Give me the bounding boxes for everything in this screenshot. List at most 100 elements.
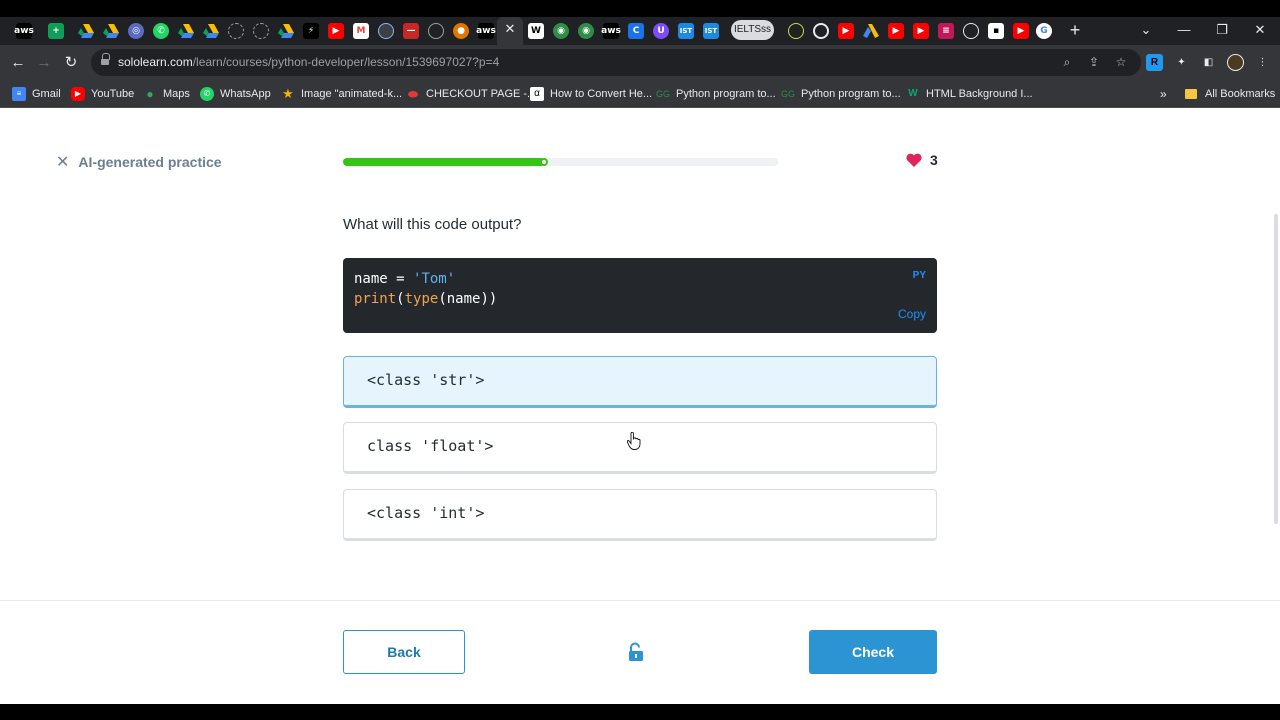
globe-tab-icon[interactable] xyxy=(378,23,394,39)
youtube-tab-icon[interactable]: ▶ xyxy=(1013,23,1029,39)
site-tab-icon[interactable] xyxy=(788,23,804,39)
new-tab-button[interactable]: + xyxy=(1066,20,1084,40)
close-tab-icon[interactable]: ✕ xyxy=(503,22,517,36)
youtube-tab-icon[interactable]: ▶ xyxy=(888,23,904,39)
youtube-tab-icon[interactable]: ▶ xyxy=(838,23,854,39)
back-button[interactable]: Back xyxy=(343,630,465,674)
bookmark-gmail[interactable]: ≡ Gmail xyxy=(12,85,61,103)
address-bar[interactable]: sololearn.com/learn/courses/python-devel… xyxy=(91,49,1141,76)
c-tab-icon[interactable]: C xyxy=(628,23,644,39)
ist-tab-icon[interactable]: IST xyxy=(703,23,719,39)
extensions-puzzle-icon[interactable]: ✦ xyxy=(1173,54,1190,71)
bookmark-label: Gmail xyxy=(32,88,61,100)
drive-tab-icon[interactable] xyxy=(78,23,94,39)
ielts-tab[interactable]: IELTSss xyxy=(731,20,774,40)
bookmark-maps[interactable]: ● Maps xyxy=(143,85,190,103)
back-arrow-icon[interactable]: ← xyxy=(8,53,28,73)
loading-tab-icon[interactable] xyxy=(228,23,244,39)
aws-tab-icon[interactable]: aws xyxy=(601,23,621,39)
close-window-icon[interactable]: ✕ xyxy=(1250,20,1270,40)
site-tab-icon[interactable]: ▪ xyxy=(988,23,1004,39)
drive-tab-icon[interactable] xyxy=(203,23,219,39)
code-paren: ( xyxy=(438,291,447,307)
site-tab-icon[interactable]: W xyxy=(528,23,544,39)
gmail-tab-icon[interactable]: M xyxy=(353,23,369,39)
sheets-tab-icon[interactable]: + xyxy=(48,23,64,39)
bookmark-html-background[interactable]: W HTML Background I... xyxy=(906,85,1032,103)
site-tab-icon[interactable] xyxy=(428,23,444,39)
gfg-icon: GG xyxy=(656,89,671,99)
ads-tab-icon[interactable] xyxy=(863,23,879,39)
hearts-counter: 3 xyxy=(906,152,938,168)
orange-tab-icon[interactable]: ● xyxy=(453,23,469,39)
share-icon[interactable]: ⇪ xyxy=(1086,54,1102,70)
page-scrollbar[interactable] xyxy=(1272,108,1280,528)
site-tab-icon[interactable]: ≡ xyxy=(938,23,954,39)
globe-tab-icon[interactable] xyxy=(963,23,979,39)
unlock-icon[interactable] xyxy=(628,642,644,662)
extension-r-icon[interactable]: R xyxy=(1146,54,1163,71)
code-line-2: print(type(name)) xyxy=(354,291,497,307)
forward-arrow-icon[interactable]: → xyxy=(34,53,54,73)
aws-tab-icon[interactable]: aws xyxy=(476,23,496,39)
bookmark-how-to-convert[interactable]: α How to Convert He... xyxy=(530,85,652,103)
bookmark-label: How to Convert He... xyxy=(550,88,653,100)
aws-tab-icon[interactable]: aws xyxy=(14,23,34,39)
u-tab-icon[interactable]: U xyxy=(653,23,669,39)
minimize-icon[interactable]: — xyxy=(1174,20,1194,40)
bookmark-whatsapp[interactable]: ✆ WhatsApp xyxy=(200,85,271,103)
zoom-icon[interactable]: ⌕ xyxy=(1059,54,1075,70)
youtube-tab-icon[interactable]: ▶ xyxy=(328,23,344,39)
progress-fill xyxy=(343,158,546,166)
lock-icon[interactable] xyxy=(101,53,110,67)
dark-site-tab-icon[interactable]: ⚡ xyxy=(303,23,319,39)
bookmark-image-animated[interactable]: ★ Image "animated-k... xyxy=(281,85,402,103)
drive-tab-icon[interactable] xyxy=(103,23,119,39)
bookmark-python-program-1[interactable]: GG Python program to... xyxy=(656,85,776,103)
folder-icon xyxy=(1185,89,1197,99)
question-text: What will this code output? xyxy=(343,216,522,233)
bookmark-checkout-page[interactable]: ⬬ CHECKOUT PAGE -... xyxy=(406,85,536,103)
bookmarks-overflow-icon[interactable]: » xyxy=(1160,85,1167,103)
gfg-tab-icon[interactable]: ◉ xyxy=(553,23,569,39)
bookmark-python-program-2[interactable]: GG Python program to... xyxy=(781,85,901,103)
answer-option-3[interactable]: <class 'int'> xyxy=(343,489,937,541)
code-block: name = 'Tom' print(type(name)) PY Copy xyxy=(343,258,937,333)
whatsapp-tab-icon[interactable]: ✆ xyxy=(153,23,169,39)
check-button[interactable]: Check xyxy=(809,630,937,674)
code-string: 'Tom' xyxy=(413,271,456,287)
code-function: type xyxy=(404,291,439,307)
tab-search-icon[interactable]: ⌄ xyxy=(1136,20,1156,40)
all-bookmarks[interactable]: All Bookmarks xyxy=(1205,85,1275,103)
heart-icon xyxy=(906,153,922,167)
copy-code-button[interactable]: Copy xyxy=(898,307,926,321)
url-path: /learn/courses/python-developer/lesson/1… xyxy=(192,55,500,69)
circle-tab-icon[interactable]: ◎ xyxy=(128,23,144,39)
exit-practice-button[interactable]: ✕ AI-generated practice xyxy=(56,152,222,172)
code-function: print xyxy=(354,291,397,307)
ist-tab-icon[interactable]: IST xyxy=(678,23,694,39)
close-icon[interactable]: ✕ xyxy=(56,152,69,172)
answer-option-1[interactable]: <class 'str'> xyxy=(343,356,937,408)
bookmark-star-icon[interactable]: ☆ xyxy=(1113,54,1129,70)
drive-tab-icon[interactable] xyxy=(178,23,194,39)
drive-tab-icon[interactable] xyxy=(278,23,294,39)
openai-tab-icon[interactable] xyxy=(813,23,829,39)
red-site-tab-icon[interactable]: — xyxy=(403,23,419,39)
youtube-tab-icon[interactable]: ▶ xyxy=(913,23,929,39)
scrollbar-thumb[interactable] xyxy=(1274,214,1278,524)
google-tab-icon[interactable]: G xyxy=(1036,23,1052,39)
code-operator: = xyxy=(387,271,414,287)
loading-tab-icon[interactable] xyxy=(253,23,269,39)
practice-title: AI-generated practice xyxy=(78,154,222,170)
url-text[interactable]: sololearn.com/learn/courses/python-devel… xyxy=(118,55,499,69)
restore-icon[interactable]: ❐ xyxy=(1212,20,1232,40)
gfg-tab-icon[interactable]: ◉ xyxy=(578,23,594,39)
more-menu-icon[interactable]: ⋮ xyxy=(1254,54,1271,71)
reload-icon[interactable]: ↻ xyxy=(61,53,81,73)
profile-avatar[interactable] xyxy=(1227,54,1244,71)
bookmark-youtube[interactable]: ▶ YouTube xyxy=(71,85,134,103)
w3schools-icon: W xyxy=(908,88,918,99)
side-panel-icon[interactable]: ◧ xyxy=(1200,54,1217,71)
red-oval-icon: ⬬ xyxy=(407,87,419,101)
